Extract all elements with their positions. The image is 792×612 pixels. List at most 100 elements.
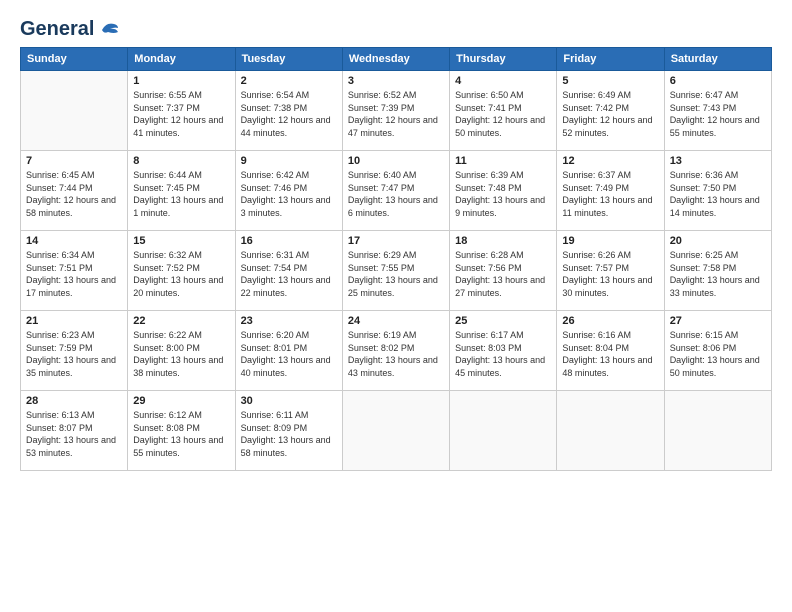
day-number: 27 bbox=[670, 315, 766, 327]
calendar-cell: 1 Sunrise: 6:55 AMSunset: 7:37 PMDaylight… bbox=[128, 71, 235, 151]
day-number: 7 bbox=[26, 155, 122, 167]
day-number: 8 bbox=[133, 155, 229, 167]
day-info: Sunrise: 6:26 AMSunset: 7:57 PMDaylight:… bbox=[562, 249, 658, 299]
calendar-cell: 6 Sunrise: 6:47 AMSunset: 7:43 PMDaylight… bbox=[664, 71, 771, 151]
calendar-table: SundayMondayTuesdayWednesdayThursdayFrid… bbox=[20, 47, 772, 471]
calendar-cell: 25Sunrise: 6:17 AMSunset: 8:03 PMDayligh… bbox=[450, 311, 557, 391]
calendar-cell: 2 Sunrise: 6:54 AMSunset: 7:38 PMDaylight… bbox=[235, 71, 342, 151]
col-header-monday: Monday bbox=[128, 48, 235, 71]
day-number: 11 bbox=[455, 155, 551, 167]
calendar-cell: 13 Sunrise: 6:36 AMSunset: 7:50 PMDayligh… bbox=[664, 151, 771, 231]
day-number: 21 bbox=[26, 315, 122, 327]
logo: General bbox=[20, 18, 120, 37]
col-header-saturday: Saturday bbox=[664, 48, 771, 71]
day-info: Sunrise: 6:23 AMSunset: 7:59 PMDaylight:… bbox=[26, 329, 122, 379]
day-info: Sunrise: 6:16 AMSunset: 8:04 PMDaylight:… bbox=[562, 329, 658, 379]
day-info: Sunrise: 6:49 AMSunset: 7:42 PMDaylight:… bbox=[562, 89, 658, 139]
calendar-cell: 18 Sunrise: 6:28 AMSunset: 7:56 PMDayligh… bbox=[450, 231, 557, 311]
day-info: Sunrise: 6:42 AMSunset: 7:46 PMDaylight:… bbox=[241, 169, 337, 219]
day-info: Sunrise: 6:47 AMSunset: 7:43 PMDaylight:… bbox=[670, 89, 766, 139]
day-info: Sunrise: 6:29 AMSunset: 7:55 PMDaylight:… bbox=[348, 249, 444, 299]
calendar-cell bbox=[21, 71, 128, 151]
calendar-week-row: 28Sunrise: 6:13 AMSunset: 8:07 PMDayligh… bbox=[21, 391, 772, 471]
calendar-cell: 7 Sunrise: 6:45 AMSunset: 7:44 PMDaylight… bbox=[21, 151, 128, 231]
day-info: Sunrise: 6:50 AMSunset: 7:41 PMDaylight:… bbox=[455, 89, 551, 139]
calendar-cell bbox=[557, 391, 664, 471]
day-number: 13 bbox=[670, 155, 766, 167]
calendar-cell: 12Sunrise: 6:37 AMSunset: 7:49 PMDayligh… bbox=[557, 151, 664, 231]
col-header-friday: Friday bbox=[557, 48, 664, 71]
calendar-cell: 21 Sunrise: 6:23 AMSunset: 7:59 PMDayligh… bbox=[21, 311, 128, 391]
col-header-tuesday: Tuesday bbox=[235, 48, 342, 71]
calendar-cell: 20 Sunrise: 6:25 AMSunset: 7:58 PMDayligh… bbox=[664, 231, 771, 311]
day-info: Sunrise: 6:40 AMSunset: 7:47 PMDaylight:… bbox=[348, 169, 444, 219]
calendar-cell: 27 Sunrise: 6:15 AMSunset: 8:06 PMDayligh… bbox=[664, 311, 771, 391]
calendar-week-row: 1 Sunrise: 6:55 AMSunset: 7:37 PMDaylight… bbox=[21, 71, 772, 151]
calendar-cell: 17 Sunrise: 6:29 AMSunset: 7:55 PMDayligh… bbox=[342, 231, 449, 311]
calendar-cell: 23 Sunrise: 6:20 AMSunset: 8:01 PMDayligh… bbox=[235, 311, 342, 391]
day-number: 3 bbox=[348, 75, 444, 87]
calendar-week-row: 21 Sunrise: 6:23 AMSunset: 7:59 PMDayligh… bbox=[21, 311, 772, 391]
logo-general: General bbox=[20, 18, 94, 41]
calendar-cell: 4 Sunrise: 6:50 AMSunset: 7:41 PMDaylight… bbox=[450, 71, 557, 151]
day-number: 5 bbox=[562, 75, 658, 87]
day-info: Sunrise: 6:31 AMSunset: 7:54 PMDaylight:… bbox=[241, 249, 337, 299]
day-info: Sunrise: 6:39 AMSunset: 7:48 PMDaylight:… bbox=[455, 169, 551, 219]
calendar-cell: 10 Sunrise: 6:40 AMSunset: 7:47 PMDayligh… bbox=[342, 151, 449, 231]
day-number: 17 bbox=[348, 235, 444, 247]
day-info: Sunrise: 6:13 AMSunset: 8:07 PMDaylight:… bbox=[26, 409, 122, 459]
day-number: 16 bbox=[241, 235, 337, 247]
day-number: 2 bbox=[241, 75, 337, 87]
calendar-cell: 8 Sunrise: 6:44 AMSunset: 7:45 PMDaylight… bbox=[128, 151, 235, 231]
calendar-cell: 26 Sunrise: 6:16 AMSunset: 8:04 PMDayligh… bbox=[557, 311, 664, 391]
calendar-cell bbox=[450, 391, 557, 471]
day-number: 10 bbox=[348, 155, 444, 167]
day-info: Sunrise: 6:32 AMSunset: 7:52 PMDaylight:… bbox=[133, 249, 229, 299]
calendar-cell: 16 Sunrise: 6:31 AMSunset: 7:54 PMDayligh… bbox=[235, 231, 342, 311]
day-number: 14 bbox=[26, 235, 122, 247]
col-header-thursday: Thursday bbox=[450, 48, 557, 71]
calendar-cell: 5 Sunrise: 6:49 AMSunset: 7:42 PMDaylight… bbox=[557, 71, 664, 151]
col-header-sunday: Sunday bbox=[21, 48, 128, 71]
day-info: Sunrise: 6:19 AMSunset: 8:02 PMDaylight:… bbox=[348, 329, 444, 379]
day-number: 26 bbox=[562, 315, 658, 327]
day-number: 4 bbox=[455, 75, 551, 87]
day-info: Sunrise: 6:52 AMSunset: 7:39 PMDaylight:… bbox=[348, 89, 444, 139]
calendar-cell: 19 Sunrise: 6:26 AMSunset: 7:57 PMDayligh… bbox=[557, 231, 664, 311]
calendar-cell bbox=[342, 391, 449, 471]
calendar-cell bbox=[664, 391, 771, 471]
day-number: 18 bbox=[455, 235, 551, 247]
day-number: 6 bbox=[670, 75, 766, 87]
day-info: Sunrise: 6:25 AMSunset: 7:58 PMDaylight:… bbox=[670, 249, 766, 299]
calendar-week-row: 14 Sunrise: 6:34 AMSunset: 7:51 PMDayligh… bbox=[21, 231, 772, 311]
calendar-cell: 11 Sunrise: 6:39 AMSunset: 7:48 PMDayligh… bbox=[450, 151, 557, 231]
day-info: Sunrise: 6:28 AMSunset: 7:56 PMDaylight:… bbox=[455, 249, 551, 299]
day-number: 20 bbox=[670, 235, 766, 247]
day-number: 1 bbox=[133, 75, 229, 87]
calendar-cell: 22Sunrise: 6:22 AMSunset: 8:00 PMDayligh… bbox=[128, 311, 235, 391]
day-number: 25 bbox=[455, 315, 551, 327]
logo-bird-icon bbox=[98, 20, 120, 40]
day-number: 15 bbox=[133, 235, 229, 247]
day-info: Sunrise: 6:45 AMSunset: 7:44 PMDaylight:… bbox=[26, 169, 122, 219]
day-info: Sunrise: 6:55 AMSunset: 7:37 PMDaylight:… bbox=[133, 89, 229, 139]
day-number: 30 bbox=[241, 395, 337, 407]
day-info: Sunrise: 6:12 AMSunset: 8:08 PMDaylight:… bbox=[133, 409, 229, 459]
day-info: Sunrise: 6:54 AMSunset: 7:38 PMDaylight:… bbox=[241, 89, 337, 139]
day-info: Sunrise: 6:22 AMSunset: 8:00 PMDaylight:… bbox=[133, 329, 229, 379]
calendar-header-row: SundayMondayTuesdayWednesdayThursdayFrid… bbox=[21, 48, 772, 71]
day-number: 19 bbox=[562, 235, 658, 247]
calendar-cell: 14 Sunrise: 6:34 AMSunset: 7:51 PMDayligh… bbox=[21, 231, 128, 311]
calendar-cell: 15 Sunrise: 6:32 AMSunset: 7:52 PMDayligh… bbox=[128, 231, 235, 311]
day-info: Sunrise: 6:44 AMSunset: 7:45 PMDaylight:… bbox=[133, 169, 229, 219]
day-info: Sunrise: 6:11 AMSunset: 8:09 PMDaylight:… bbox=[241, 409, 337, 459]
day-info: Sunrise: 6:34 AMSunset: 7:51 PMDaylight:… bbox=[26, 249, 122, 299]
day-info: Sunrise: 6:20 AMSunset: 8:01 PMDaylight:… bbox=[241, 329, 337, 379]
day-number: 29 bbox=[133, 395, 229, 407]
day-number: 23 bbox=[241, 315, 337, 327]
day-info: Sunrise: 6:15 AMSunset: 8:06 PMDaylight:… bbox=[670, 329, 766, 379]
day-info: Sunrise: 6:36 AMSunset: 7:50 PMDaylight:… bbox=[670, 169, 766, 219]
page: General SundayMondayTuesdayWednesdayThur… bbox=[0, 0, 792, 612]
day-number: 12 bbox=[562, 155, 658, 167]
day-number: 9 bbox=[241, 155, 337, 167]
